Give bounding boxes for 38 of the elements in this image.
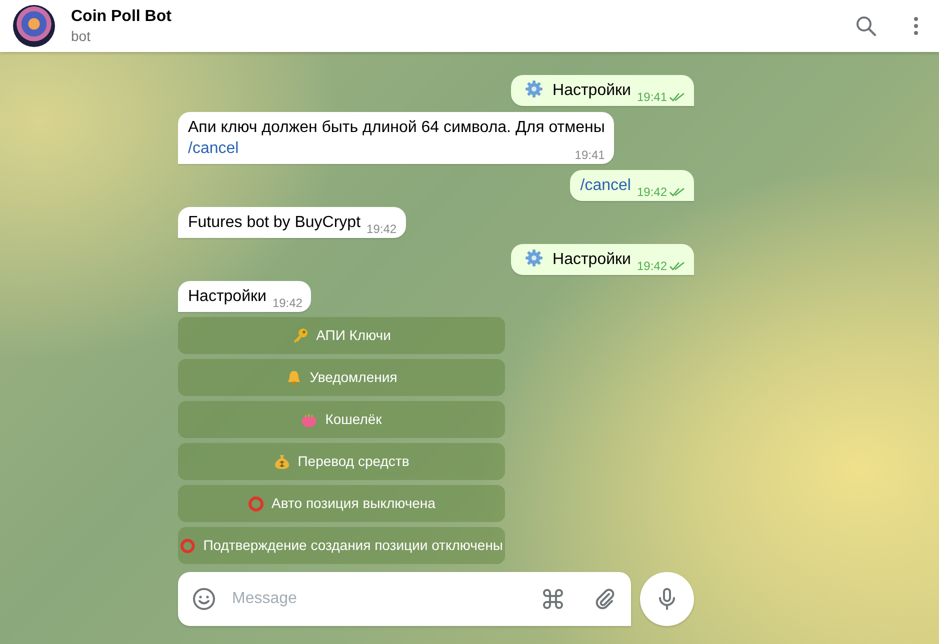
money-bag-icon <box>274 454 290 470</box>
purse-icon <box>301 412 318 428</box>
bell-icon <box>286 370 302 386</box>
message-time: 19:41 <box>636 91 667 103</box>
message-text: Настройки <box>188 288 266 305</box>
emoji-icon[interactable] <box>192 587 216 611</box>
microphone-button[interactable] <box>640 572 694 626</box>
key-icon <box>292 328 308 344</box>
message-time: 19:42 <box>272 297 302 309</box>
command-link[interactable]: /cancel <box>188 140 239 157</box>
gear-icon <box>524 249 543 267</box>
message-text: Апи ключ должен быть длиной 64 символа. Для отмены <box>188 119 605 136</box>
message-text: Настройки <box>552 251 631 268</box>
keyboard-button[interactable]: Подтверждение создания позиции отключены <box>178 527 505 564</box>
ring-icon <box>180 538 196 554</box>
paperclip-icon[interactable] <box>593 587 617 611</box>
gear-icon <box>524 80 543 98</box>
message-time: 19:42 <box>636 260 667 272</box>
command-link[interactable]: /cancel <box>580 177 631 194</box>
command-key-icon[interactable] <box>541 587 565 611</box>
chat-title: Coin Poll Bot <box>71 7 172 27</box>
keyboard-button[interactable]: Авто позиция выключена <box>178 485 505 522</box>
message-time: 19:41 <box>574 149 605 161</box>
message-time: 19:42 <box>366 223 397 235</box>
keyboard-button[interactable]: АПИ Ключи <box>178 317 505 354</box>
message-input[interactable]: Message <box>230 586 527 612</box>
ring-icon <box>248 496 264 512</box>
message-field[interactable]: Message <box>178 572 631 626</box>
keyboard-button[interactable]: Перевод средств <box>178 443 505 480</box>
avatar-image <box>13 5 55 47</box>
message-text: Настройки <box>552 82 631 99</box>
search-icon <box>855 15 877 37</box>
message-time: 19:42 <box>636 186 667 198</box>
keyboard-button[interactable]: Кошелёк <box>178 401 505 438</box>
message-text: Futures bot by BuyCrypt <box>188 214 361 231</box>
more-icon <box>913 16 919 36</box>
keyboard-button[interactable]: Уведомления <box>178 359 505 396</box>
chat-status: bot <box>71 27 92 45</box>
